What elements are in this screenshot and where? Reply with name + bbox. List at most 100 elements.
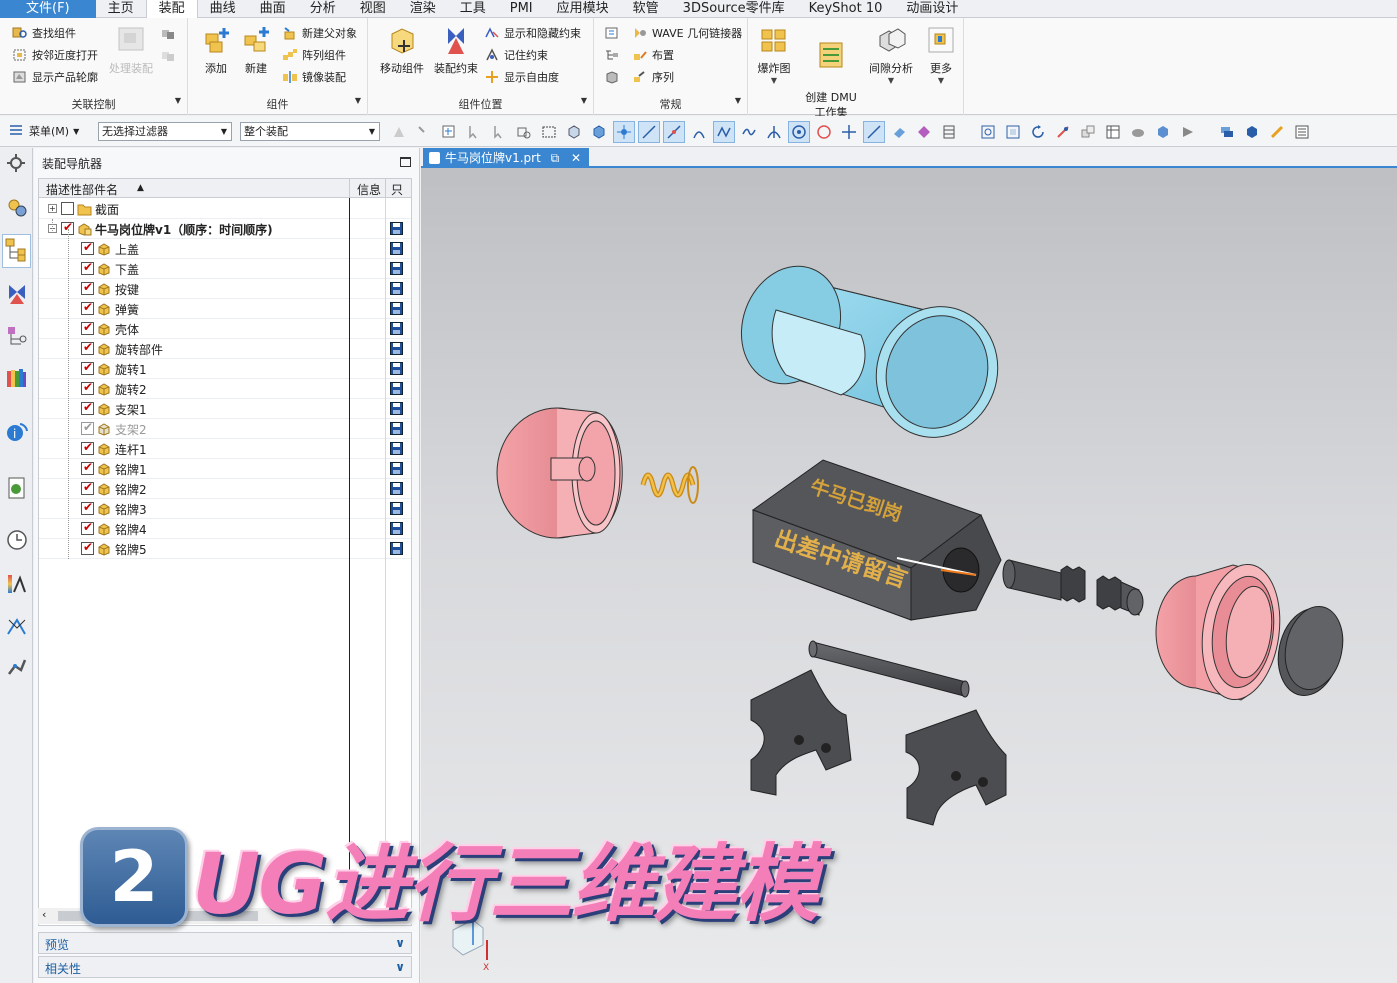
upper-cover-part[interactable] — [496, 407, 623, 539]
menu-item[interactable]: KeyShot 10 — [797, 0, 895, 18]
snap-control-point-icon[interactable] — [713, 121, 735, 143]
connecting-rod-part[interactable] — [808, 640, 970, 698]
spring-part[interactable] — [640, 466, 699, 504]
group-expand-icon[interactable]: ▼ — [581, 96, 587, 105]
bracket-1-part[interactable] — [750, 669, 852, 796]
assembly-navigator-icon[interactable] — [2, 234, 31, 268]
remember-constraints-command[interactable]: 记住约束 — [484, 45, 548, 65]
component-icon[interactable] — [588, 121, 610, 143]
history-page-icon[interactable] — [5, 476, 29, 500]
tree-row[interactable]: 弹簧 — [39, 299, 411, 319]
show-product-outline-command[interactable]: 显示产品轮廓 — [12, 67, 98, 87]
orient-view-icon[interactable] — [1077, 121, 1099, 143]
menu-item[interactable]: 渲染 — [398, 0, 448, 18]
new-component-button[interactable]: 新建 — [234, 24, 278, 76]
menu-item[interactable]: 3DSource零件库 — [671, 0, 797, 18]
sequence-command[interactable]: 序列 — [632, 67, 674, 87]
association-extra-2[interactable] — [160, 46, 180, 66]
group-expand-icon[interactable]: ▼ — [735, 96, 741, 105]
show-hide-constraints-command[interactable]: 显示和隐藏约束 — [484, 23, 581, 43]
pointer-icon[interactable] — [463, 121, 485, 143]
move-component-button[interactable]: 移动组件 — [376, 24, 428, 76]
snap-bounded-icon[interactable] — [913, 121, 935, 143]
menu-item[interactable]: 曲线 — [198, 0, 248, 18]
snap-spline-icon[interactable] — [738, 121, 760, 143]
snap-tangent-icon[interactable] — [863, 121, 885, 143]
snap-point-icon[interactable] — [838, 121, 860, 143]
sort-ascending-icon[interactable]: ▲ — [137, 183, 144, 193]
snap-intersection-icon[interactable] — [763, 121, 785, 143]
snap-midpoint-icon[interactable] — [663, 121, 685, 143]
select-feature-icon[interactable] — [388, 121, 410, 143]
visibility-checkbox[interactable] — [81, 360, 94, 375]
snap-face-icon[interactable] — [888, 121, 910, 143]
create-dmu-workset-button[interactable]: 创建 DMU 工作集 — [800, 24, 862, 120]
menu-item[interactable]: 工具 — [448, 0, 498, 18]
snap-center-icon[interactable] — [788, 121, 810, 143]
array-component-command[interactable]: 阵列组件 — [282, 45, 346, 65]
clearance-analysis-button[interactable]: 间隙分析 ▼ — [866, 24, 916, 85]
visibility-checkbox[interactable] — [81, 280, 94, 295]
process-assembly-button[interactable]: 处理装配 — [104, 24, 158, 76]
shell-sleeve-part[interactable] — [725, 252, 1016, 454]
close-icon[interactable]: ✕ — [571, 151, 581, 165]
edit-object-icon[interactable] — [1266, 121, 1288, 143]
association-extra-1[interactable] — [160, 24, 180, 44]
visibility-checkbox[interactable] — [81, 540, 94, 555]
tree-row[interactable]: 旋转部件 — [39, 339, 411, 359]
menu-item[interactable]: 应用模块 — [545, 0, 621, 18]
tree-row[interactable]: 铭牌3 — [39, 499, 411, 519]
group-expand-icon[interactable]: ▼ — [175, 96, 181, 105]
document-tab[interactable]: 牛马岗位牌v1.prt ⧉ ✕ — [423, 148, 590, 168]
visibility-checkbox[interactable] — [81, 500, 94, 515]
add-component-button[interactable]: 添加 — [194, 24, 238, 76]
column-header-name[interactable]: 描述性部件名 — [46, 181, 118, 198]
menu-item[interactable]: 分析 — [298, 0, 348, 18]
selection-scope-select[interactable]: 整个装配 ▼ — [240, 122, 380, 141]
section-icon[interactable] — [1177, 121, 1199, 143]
tree-row[interactable]: 旋转2 — [39, 379, 411, 399]
tree-row[interactable]: 支架2 — [39, 419, 411, 439]
visibility-checkbox[interactable] — [81, 480, 94, 495]
visibility-checkbox[interactable] — [61, 202, 74, 215]
visibility-checkbox[interactable] — [81, 380, 94, 395]
visibility-checkbox[interactable] — [81, 460, 94, 475]
visualization-icon[interactable] — [5, 572, 29, 596]
library-books-icon[interactable] — [5, 366, 29, 390]
add-selection-icon[interactable] — [438, 121, 460, 143]
column-header-readonly[interactable]: 只 — [391, 181, 403, 198]
tree-row[interactable]: 连杆1 — [39, 439, 411, 459]
rotating-part-assembly[interactable] — [1002, 559, 1144, 616]
menu-item[interactable]: PMI — [498, 0, 545, 18]
bracket-2-part[interactable] — [905, 709, 1007, 826]
info-web-icon[interactable]: i — [5, 420, 29, 444]
menu-item[interactable]: 主页 — [96, 0, 146, 18]
snap-quadrant-icon[interactable] — [813, 121, 835, 143]
select-all-icon[interactable] — [513, 121, 535, 143]
visibility-checkbox[interactable] — [81, 240, 94, 255]
show-dof-command[interactable]: 显示自由度 — [484, 67, 559, 87]
pointer-select-icon[interactable] — [488, 121, 510, 143]
tree-row[interactable]: 支架1 — [39, 399, 411, 419]
robot-arm-icon[interactable] — [5, 654, 29, 678]
visibility-checkbox[interactable] — [81, 420, 94, 435]
tab-edit-icon[interactable]: ⧉ — [551, 151, 560, 165]
show-hide-icon[interactable] — [1241, 121, 1263, 143]
tree-row[interactable]: 上盖 — [39, 239, 411, 259]
motion-analysis-icon[interactable] — [5, 614, 29, 638]
solid-body-icon[interactable] — [563, 121, 585, 143]
type-filter-select[interactable]: 无选择过滤器 ▼ — [98, 122, 232, 141]
arrangement-command[interactable]: 布置 — [632, 45, 674, 65]
menu-button[interactable]: 菜单(M) ▼ — [8, 123, 79, 140]
settings-gear-icon[interactable] — [5, 152, 29, 176]
more-button[interactable]: 更多 ▼ — [922, 24, 960, 85]
rectangle-select-icon[interactable] — [538, 121, 560, 143]
tree-row[interactable]: 壳体 — [39, 319, 411, 339]
column-header-info[interactable]: 信息 — [357, 181, 381, 198]
pan-icon[interactable] — [1052, 121, 1074, 143]
layer-icon[interactable] — [1216, 121, 1238, 143]
view-fit-icon[interactable] — [977, 121, 999, 143]
tree-row[interactable]: 下盖 — [39, 259, 411, 279]
assembly-tree[interactable]: 描述性部件名 ▲ 信息 只 + 截面 −牛马岗位牌v1（顺序：时间顺序) 上盖下盖按键… — [38, 178, 412, 926]
maximize-icon[interactable] — [400, 157, 411, 167]
